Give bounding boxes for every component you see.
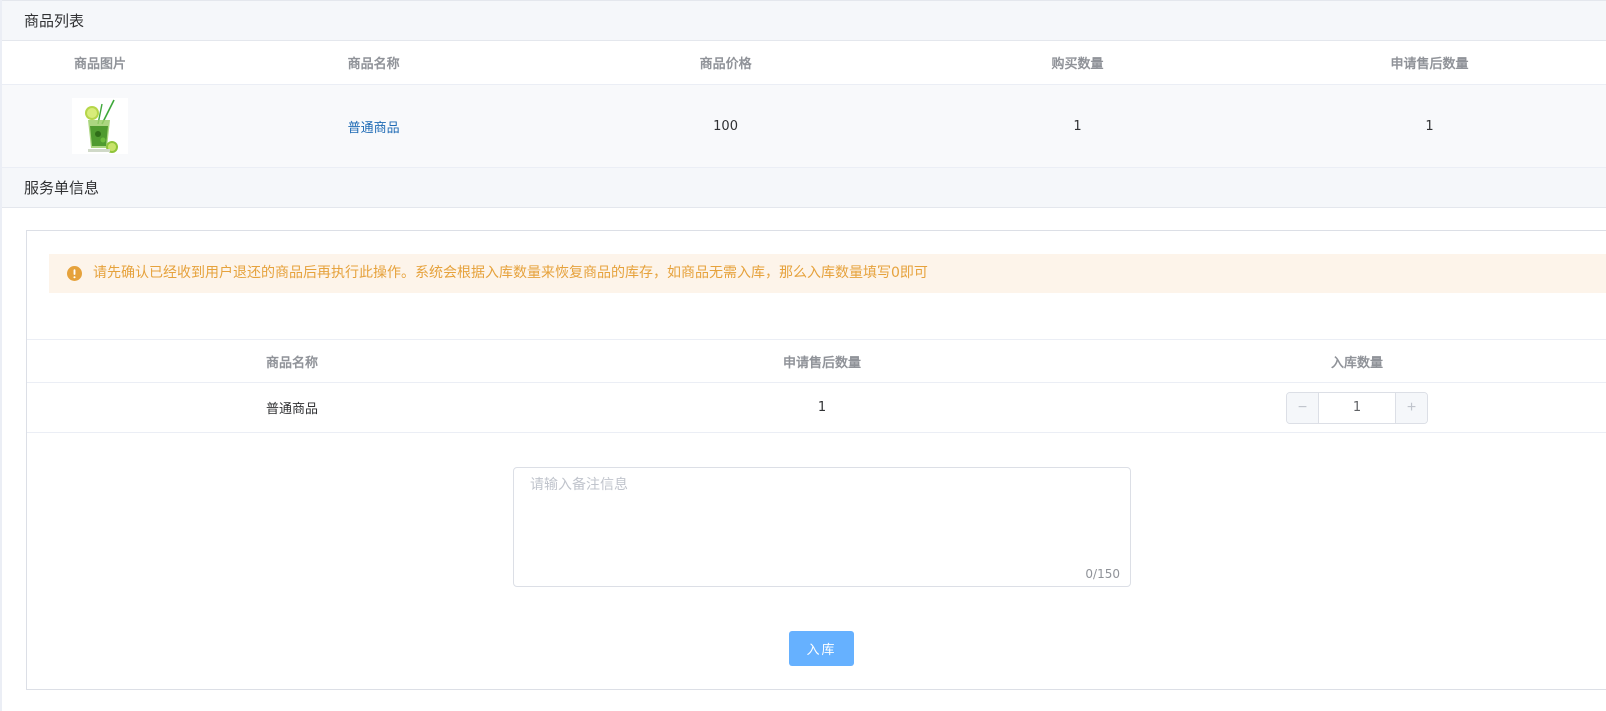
after-sale-quantity: 1	[1425, 118, 1434, 134]
column-header-after-sale-qty: 申请售后数量	[782, 355, 861, 371]
cocktail-product-thumbnail[interactable]	[72, 98, 129, 154]
after-sale-quantity: 1	[817, 400, 827, 415]
goods-table: 商品图片 商品名称 商品价格 购买数量 申请售后数量 普通商品 100 1 1	[2, 41, 1606, 168]
column-header-buy-qty: 购买数量	[1051, 57, 1104, 72]
column-header-after-sale-qty: 申请售后数量	[1390, 57, 1469, 72]
stock-in-panel: 请先确认已经收到用户退还的商品后再执行此操作。系统会根据入库数量来恢复商品的库存…	[26, 230, 1606, 690]
column-header-price: 商品价格	[699, 57, 752, 72]
service-info-header: 服务单信息	[2, 168, 1606, 208]
stock-in-table: 商品名称 申请售后数量 入库数量 普通商品 1 − +	[27, 339, 1606, 433]
product-name-text[interactable]: 普通商品	[348, 121, 400, 136]
stock-in-button[interactable]: 入库	[789, 631, 854, 666]
page: 商品列表 商品图片 商品名称 商品价格 购买数量 申请售后数量 普通商品 100…	[0, 0, 1606, 711]
product-image-cell	[2, 98, 198, 154]
goods-list-header: 商品列表	[2, 0, 1606, 41]
stock-in-quantity-input[interactable]	[1319, 392, 1395, 423]
stock-in-table-header: 商品名称 申请售后数量 入库数量	[27, 339, 1606, 383]
product-name-link[interactable]: 普通商品	[198, 117, 549, 136]
product-name: 普通商品	[265, 402, 318, 417]
goods-table-header: 商品图片 商品名称 商品价格 购买数量 申请售后数量	[2, 41, 1606, 85]
increase-button[interactable]: +	[1395, 392, 1427, 423]
column-header-stock-in-qty: 入库数量	[1330, 355, 1383, 371]
remark-textarea[interactable]	[514, 468, 1130, 586]
table-row: 普通商品 1 − +	[27, 383, 1606, 433]
product-price: 100	[713, 118, 738, 134]
column-header-name: 商品名称	[347, 57, 400, 72]
remark-char-counter: 0/150	[1085, 567, 1120, 581]
warning-icon	[67, 266, 82, 281]
warning-alert: 请先确认已经收到用户退还的商品后再执行此操作。系统会根据入库数量来恢复商品的库存…	[49, 254, 1606, 293]
table-row: 普通商品 100 1 1	[2, 85, 1606, 168]
column-header-image: 商品图片	[74, 57, 127, 72]
remark-field[interactable]: 0/150	[513, 467, 1131, 587]
quantity-stepper[interactable]: − +	[1286, 391, 1428, 424]
column-header-name: 商品名称	[265, 355, 318, 371]
decrease-button[interactable]: −	[1287, 392, 1319, 423]
stock-in-quantity-cell: − +	[1087, 391, 1606, 424]
buy-quantity: 1	[1073, 118, 1082, 134]
warning-alert-text: 请先确认已经收到用户退还的商品后再执行此操作。系统会根据入库数量来恢复商品的库存…	[93, 265, 928, 281]
